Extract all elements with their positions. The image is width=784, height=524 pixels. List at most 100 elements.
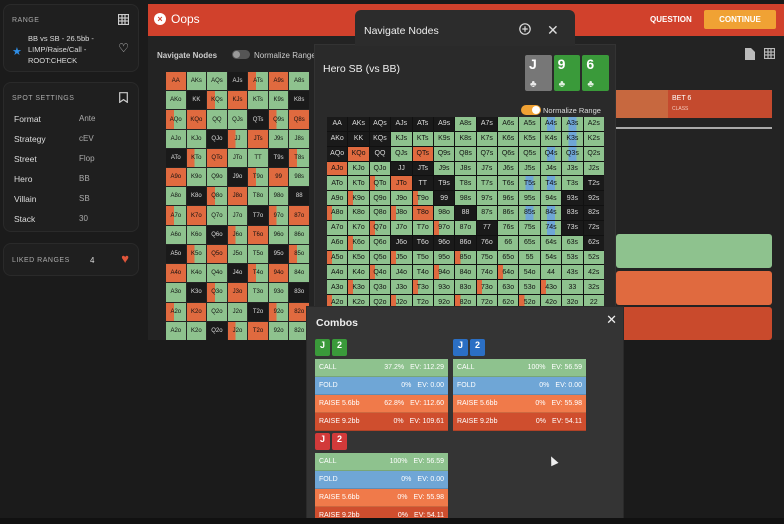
hand-cell[interactable]: KK [348,131,369,146]
hand-cell[interactable]: 83o [455,280,476,295]
hand-cell[interactable]: 73o [476,280,498,295]
hand-cell[interactable]: 82s [583,206,604,220]
hand-cell[interactable]: Q6s [498,146,519,161]
add-circle-icon[interactable] [519,23,531,35]
hand-cell[interactable]: K7s [476,131,498,146]
hand-cell[interactable]: A2s [583,117,604,131]
hand-cell[interactable]: 84o [455,265,476,280]
hand-cell[interactable]: QTs [412,146,433,161]
hand-cell[interactable]: 72s [583,220,604,235]
hand-cell[interactable]: KQs [369,131,391,146]
range-card[interactable]: RANGE ★ BB vs SB - 26.5bb - LIMP/Raise/C… [3,4,139,72]
hand-cell[interactable]: KTo [348,176,369,191]
hand-cell[interactable]: Q7o [369,220,391,235]
hand-cell[interactable]: A3o [327,280,348,295]
hand-cell[interactable]: 52s [583,250,604,265]
hand-cell[interactable]: J5s [519,161,540,176]
hand-cell[interactable]: 96o [433,235,455,250]
hand-cell[interactable]: K8s [455,131,476,146]
hand-cell[interactable]: 65s [519,235,540,250]
hand-cell[interactable]: A6s [498,117,519,131]
hand-cell[interactable]: 98o [433,206,455,220]
hand-cell[interactable]: K9s [433,131,455,146]
hand-cell[interactable]: A5o [327,250,348,265]
hand-cell[interactable]: 97s [476,191,498,206]
hand-cell[interactable]: T6s [498,176,519,191]
hand-cell[interactable]: Q9s [433,146,455,161]
heart-icon[interactable]: ♡ [118,41,129,55]
option-raise-big[interactable] [616,307,772,340]
hand-cell[interactable]: KJo [348,161,369,176]
hand-cell[interactable]: T5o [412,250,433,265]
option-call[interactable] [616,234,772,268]
hand-cell[interactable]: 66 [498,235,519,250]
hand-cell[interactable]: K3o [348,280,369,295]
hand-cell[interactable]: 75o [476,250,498,265]
hand-cell[interactable]: J8s [455,161,476,176]
hand-cell[interactable]: Q3o [369,280,391,295]
hand-cell[interactable]: 93s [562,191,583,206]
hand-cell[interactable]: TT [412,176,433,191]
hand-cell[interactable]: A3s [562,117,583,131]
hand-cell[interactable]: A6o [327,235,348,250]
hand-cell[interactable]: AKs [348,117,369,131]
hand-cell[interactable]: T5s [519,176,540,191]
hand-cell[interactable]: J3s [562,161,583,176]
hand-cell[interactable]: 77 [476,220,498,235]
hand-cell[interactable]: AJs [391,117,412,131]
hand-cell[interactable]: J4o [391,265,412,280]
hand-cell[interactable]: J5o [391,250,412,265]
hand-cell[interactable]: T4o [412,265,433,280]
hand-cell[interactable]: T7o [412,220,433,235]
hand-cell[interactable]: JJ [391,161,412,176]
hand-cell[interactable]: 62s [583,235,604,250]
hand-cell[interactable]: 96s [498,191,519,206]
hand-cell[interactable]: ATs [412,117,433,131]
document-icon[interactable] [745,48,755,60]
hand-cell[interactable]: 54o [519,265,540,280]
hand-cell[interactable]: A8s [455,117,476,131]
hand-cell[interactable]: 43s [562,265,583,280]
hand-cell[interactable]: AKo [327,131,348,146]
bet-strip-bet[interactable]: BET 6 CLASS [668,90,772,118]
hand-cell[interactable]: KQo [348,146,369,161]
hand-cell[interactable]: KTs [412,131,433,146]
hand-cell[interactable]: 74o [476,265,498,280]
hand-cell[interactable]: AA [327,117,348,131]
hand-cell[interactable]: ATo [327,176,348,191]
hand-cell[interactable]: K4o [348,265,369,280]
hand-cell[interactable]: Q8o [369,206,391,220]
hand-cell[interactable]: T8s [455,176,476,191]
hand-cell[interactable]: J7s [476,161,498,176]
hand-cell[interactable]: J2s [583,161,604,176]
hand-cell[interactable]: 76s [498,220,519,235]
hand-cell[interactable]: 64o [498,265,519,280]
hand-cell[interactable]: 75s [519,220,540,235]
hand-cell[interactable]: 54s [540,250,562,265]
hand-cell[interactable]: 86o [455,235,476,250]
hand-cell[interactable]: KJs [391,131,412,146]
hand-cell[interactable]: A9s [433,117,455,131]
hand-cell[interactable]: K9o [348,191,369,206]
hand-cell[interactable]: T9o [412,191,433,206]
hand-cell[interactable]: T2s [583,176,604,191]
close-icon[interactable]: ✕ [606,312,617,328]
hand-cell[interactable]: 83s [562,206,583,220]
hand-cell[interactable]: A8o [327,206,348,220]
hand-cell[interactable]: 76o [476,235,498,250]
hand-cell[interactable]: T4s [540,176,562,191]
hand-cell[interactable]: A7s [476,117,498,131]
hand-cell[interactable]: A7o [327,220,348,235]
hand-cell[interactable]: K5s [519,131,540,146]
hand-cell[interactable]: 94o [433,265,455,280]
hand-cell[interactable]: 65o [498,250,519,265]
hand-cell[interactable]: 32s [583,280,604,295]
grid-icon[interactable] [764,48,775,59]
hand-cell[interactable]: 85s [519,206,540,220]
hand-cell[interactable]: K6s [498,131,519,146]
hand-cell[interactable]: 87o [455,220,476,235]
normalize-toggle[interactable] [521,105,541,115]
hand-cell[interactable]: K4s [540,131,562,146]
grid-icon[interactable] [118,14,129,25]
close-circle-icon[interactable]: × [154,13,166,25]
